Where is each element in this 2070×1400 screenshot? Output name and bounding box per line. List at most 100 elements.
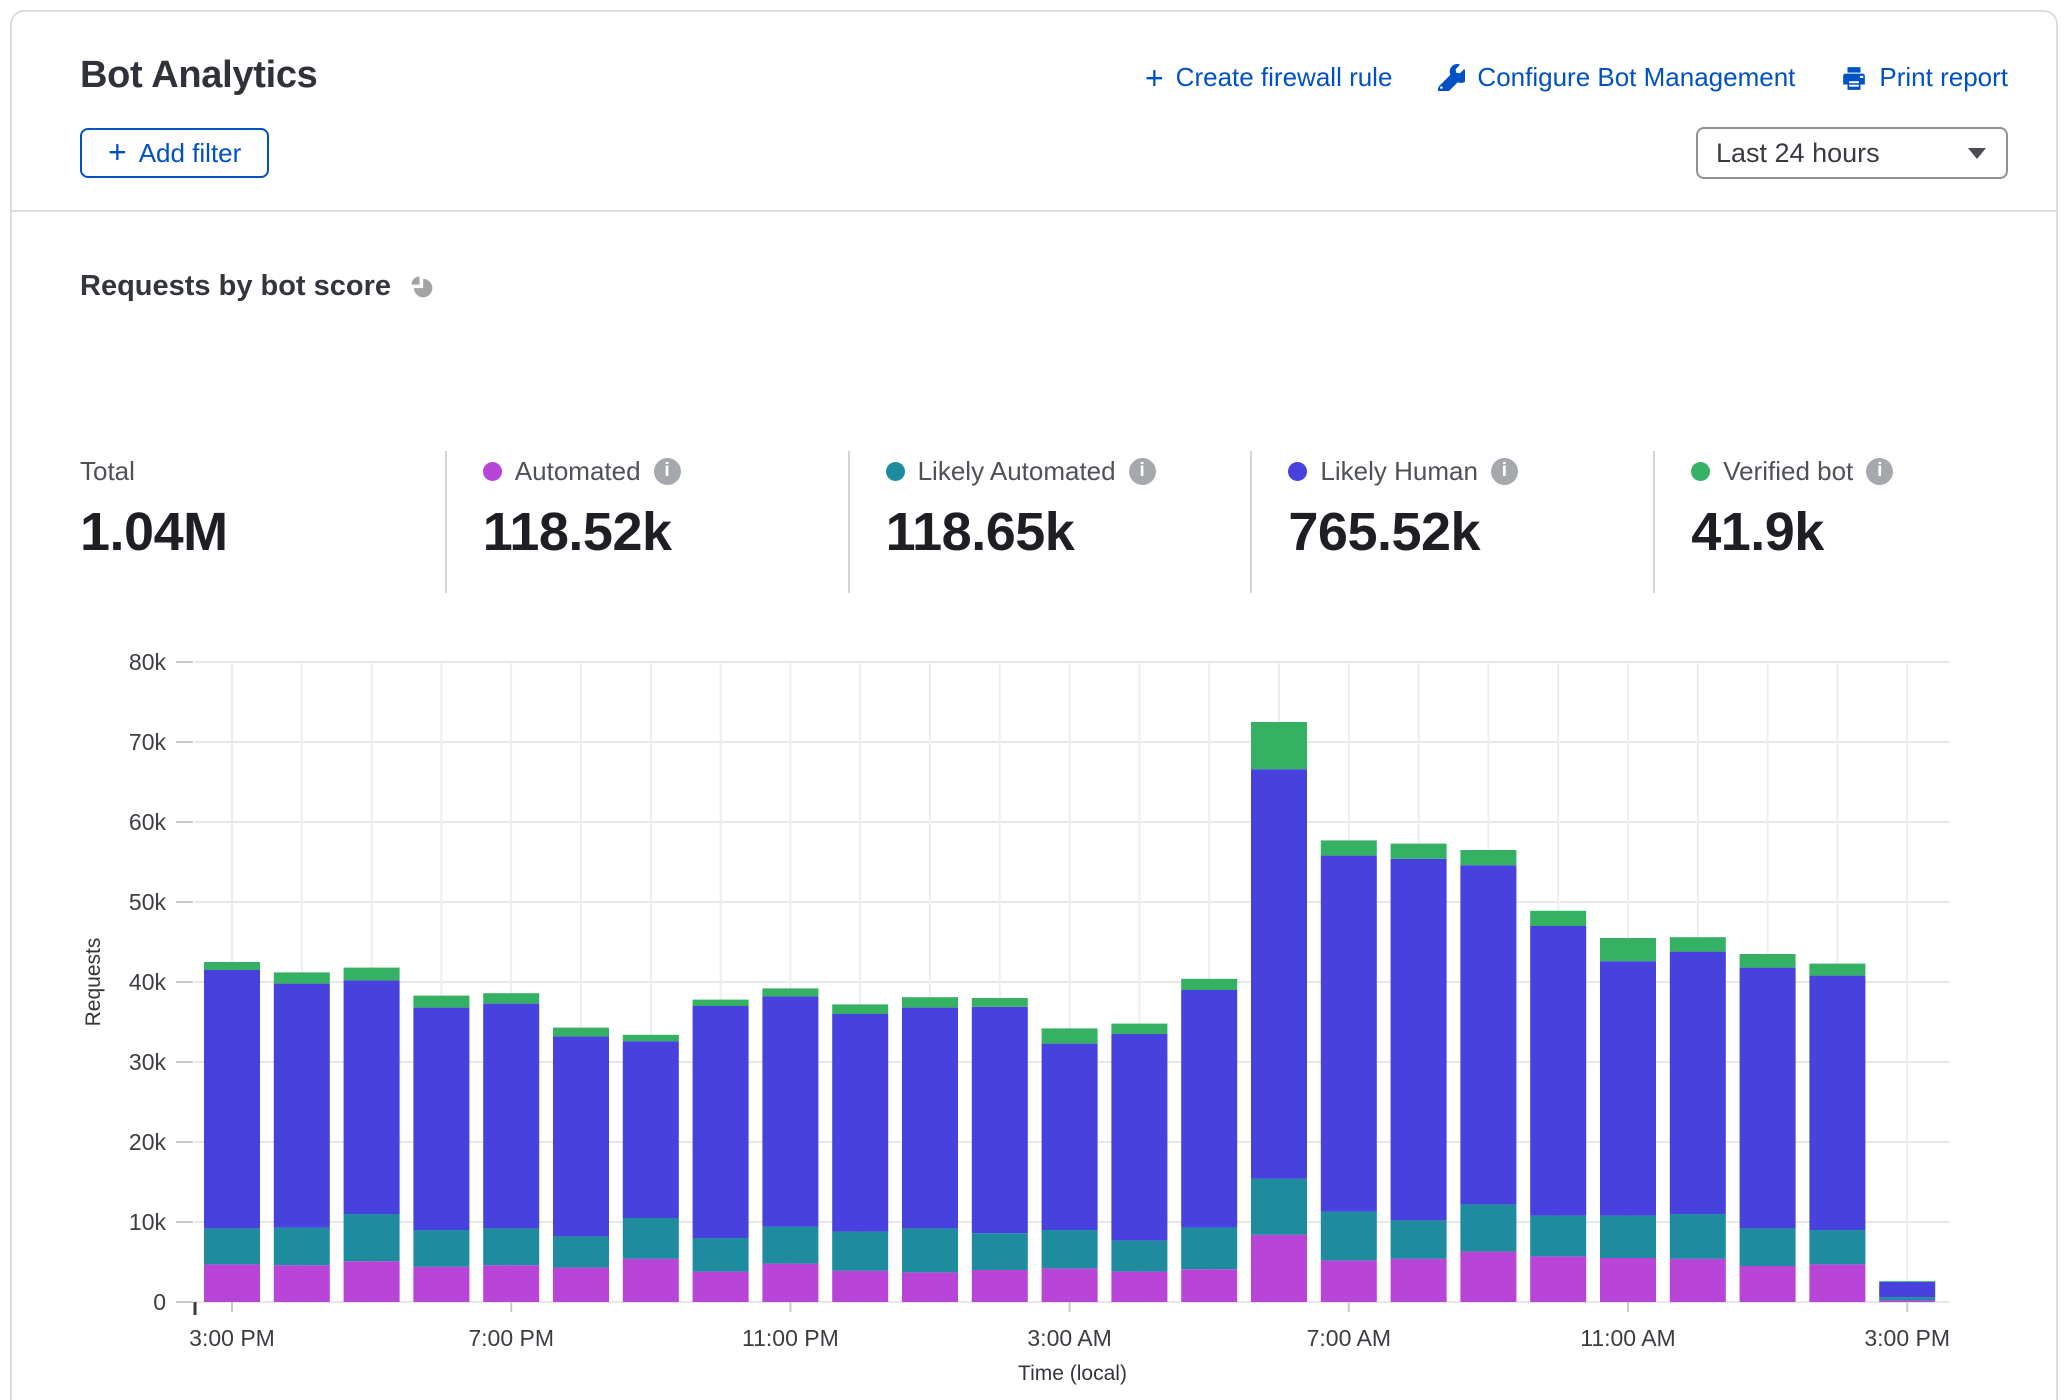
bar-segment-verified-bot[interactable] bbox=[1042, 1028, 1098, 1043]
bar-segment-likely-human[interactable] bbox=[902, 1008, 958, 1229]
bar-segment-likely-human[interactable] bbox=[1530, 926, 1586, 1216]
bar-segment-automated[interactable] bbox=[1740, 1266, 1796, 1302]
bar-segment-automated[interactable] bbox=[204, 1264, 260, 1302]
bar-segment-likely-automated[interactable] bbox=[1740, 1228, 1796, 1266]
bar-segment-likely-automated[interactable] bbox=[1042, 1230, 1098, 1268]
bar-segment-automated[interactable] bbox=[832, 1271, 888, 1302]
bar-segment-likely-human[interactable] bbox=[832, 1014, 888, 1232]
bar-segment-verified-bot[interactable] bbox=[204, 962, 260, 970]
bar-segment-likely-human[interactable] bbox=[1042, 1044, 1098, 1230]
bar-segment-likely-human[interactable] bbox=[553, 1036, 609, 1236]
bar-segment-automated[interactable] bbox=[274, 1265, 330, 1302]
bar-segment-likely-human[interactable] bbox=[413, 1008, 469, 1230]
info-icon[interactable]: i bbox=[1129, 458, 1156, 485]
bar-segment-verified-bot[interactable] bbox=[1321, 840, 1377, 855]
bar-segment-likely-automated[interactable] bbox=[832, 1232, 888, 1271]
create-firewall-rule-link[interactable]: + Create firewall rule bbox=[1145, 62, 1392, 93]
bar-segment-likely-automated[interactable] bbox=[623, 1218, 679, 1259]
bar-segment-likely-human[interactable] bbox=[1391, 859, 1447, 1221]
bar-segment-automated[interactable] bbox=[1460, 1252, 1516, 1302]
bar-segment-verified-bot[interactable] bbox=[1740, 954, 1796, 968]
bar-segment-verified-bot[interactable] bbox=[623, 1035, 679, 1041]
bar-segment-automated[interactable] bbox=[1042, 1268, 1098, 1302]
bar-segment-verified-bot[interactable] bbox=[1460, 850, 1516, 865]
bar-segment-automated[interactable] bbox=[1251, 1235, 1307, 1302]
bar-segment-likely-human[interactable] bbox=[274, 984, 330, 1228]
bar-segment-likely-automated[interactable] bbox=[1460, 1204, 1516, 1251]
bar-segment-automated[interactable] bbox=[1111, 1272, 1167, 1302]
bar-segment-verified-bot[interactable] bbox=[1181, 979, 1237, 990]
bar-segment-likely-human[interactable] bbox=[344, 980, 400, 1214]
bar-segment-likely-human[interactable] bbox=[762, 996, 818, 1226]
info-icon[interactable]: i bbox=[1866, 458, 1893, 485]
bar-segment-verified-bot[interactable] bbox=[902, 997, 958, 1007]
bar-segment-likely-automated[interactable] bbox=[274, 1228, 330, 1266]
bar-segment-likely-human[interactable] bbox=[972, 1007, 1028, 1233]
bar-segment-likely-human[interactable] bbox=[1111, 1034, 1167, 1240]
bar-segment-likely-automated[interactable] bbox=[1879, 1297, 1935, 1300]
time-range-select[interactable]: Last 24 hours bbox=[1696, 127, 2008, 179]
bar-segment-verified-bot[interactable] bbox=[1670, 937, 1726, 951]
bar-segment-verified-bot[interactable] bbox=[1809, 964, 1865, 976]
bar-segment-likely-automated[interactable] bbox=[413, 1230, 469, 1267]
info-icon[interactable]: i bbox=[654, 458, 681, 485]
bar-segment-likely-human[interactable] bbox=[1670, 952, 1726, 1214]
bar-segment-automated[interactable] bbox=[413, 1267, 469, 1302]
bar-segment-likely-automated[interactable] bbox=[1251, 1179, 1307, 1235]
bar-segment-verified-bot[interactable] bbox=[832, 1004, 888, 1014]
bar-segment-likely-automated[interactable] bbox=[344, 1214, 400, 1261]
bar-segment-automated[interactable] bbox=[693, 1272, 749, 1302]
info-icon[interactable]: i bbox=[1491, 458, 1518, 485]
bar-segment-automated[interactable] bbox=[1530, 1256, 1586, 1302]
bar-segment-verified-bot[interactable] bbox=[972, 998, 1028, 1007]
bar-segment-automated[interactable] bbox=[483, 1265, 539, 1302]
bar-segment-likely-automated[interactable] bbox=[553, 1236, 609, 1267]
print-report-link[interactable]: Print report bbox=[1841, 62, 2008, 93]
bar-segment-likely-automated[interactable] bbox=[762, 1227, 818, 1264]
bar-segment-likely-human[interactable] bbox=[693, 1006, 749, 1238]
bar-segment-verified-bot[interactable] bbox=[553, 1028, 609, 1037]
bar-segment-verified-bot[interactable] bbox=[1391, 844, 1447, 859]
bar-segment-verified-bot[interactable] bbox=[1251, 722, 1307, 769]
bar-segment-likely-human[interactable] bbox=[623, 1041, 679, 1218]
bar-segment-likely-human[interactable] bbox=[1181, 990, 1237, 1228]
bar-segment-verified-bot[interactable] bbox=[1600, 938, 1656, 961]
bar-segment-likely-automated[interactable] bbox=[1530, 1216, 1586, 1257]
bar-segment-likely-human[interactable] bbox=[1251, 769, 1307, 1179]
bar-segment-likely-human[interactable] bbox=[1809, 976, 1865, 1230]
bar-segment-likely-automated[interactable] bbox=[1600, 1216, 1656, 1258]
bar-segment-likely-human[interactable] bbox=[1600, 961, 1656, 1215]
bar-segment-automated[interactable] bbox=[902, 1272, 958, 1302]
bar-segment-automated[interactable] bbox=[972, 1270, 1028, 1302]
bar-segment-likely-automated[interactable] bbox=[1670, 1214, 1726, 1259]
bar-segment-likely-human[interactable] bbox=[1321, 856, 1377, 1212]
bar-segment-likely-automated[interactable] bbox=[972, 1233, 1028, 1270]
bar-segment-automated[interactable] bbox=[1181, 1269, 1237, 1302]
bar-segment-automated[interactable] bbox=[1670, 1259, 1726, 1302]
bar-segment-likely-automated[interactable] bbox=[483, 1228, 539, 1265]
bar-segment-automated[interactable] bbox=[1391, 1259, 1447, 1302]
bar-segment-automated[interactable] bbox=[553, 1268, 609, 1302]
bar-segment-automated[interactable] bbox=[1600, 1258, 1656, 1302]
bar-segment-verified-bot[interactable] bbox=[693, 1000, 749, 1006]
bar-segment-automated[interactable] bbox=[1879, 1300, 1935, 1302]
bar-segment-verified-bot[interactable] bbox=[483, 993, 539, 1003]
bar-segment-likely-human[interactable] bbox=[1740, 968, 1796, 1229]
bar-segment-likely-human[interactable] bbox=[1460, 865, 1516, 1204]
bar-segment-automated[interactable] bbox=[1809, 1264, 1865, 1302]
bar-segment-likely-human[interactable] bbox=[1879, 1282, 1935, 1297]
bar-segment-likely-human[interactable] bbox=[204, 970, 260, 1228]
bar-segment-verified-bot[interactable] bbox=[274, 972, 330, 983]
bar-segment-verified-bot[interactable] bbox=[762, 988, 818, 996]
bar-segment-likely-automated[interactable] bbox=[204, 1228, 260, 1264]
bar-segment-likely-automated[interactable] bbox=[1809, 1230, 1865, 1264]
bar-segment-verified-bot[interactable] bbox=[413, 996, 469, 1008]
configure-bot-management-link[interactable]: Configure Bot Management bbox=[1438, 62, 1795, 93]
bar-segment-verified-bot[interactable] bbox=[344, 968, 400, 981]
bar-segment-automated[interactable] bbox=[1321, 1260, 1377, 1302]
bar-segment-likely-automated[interactable] bbox=[902, 1228, 958, 1272]
bar-segment-likely-human[interactable] bbox=[483, 1004, 539, 1229]
bar-segment-likely-automated[interactable] bbox=[1111, 1240, 1167, 1271]
bar-segment-likely-automated[interactable] bbox=[693, 1238, 749, 1272]
bar-segment-verified-bot[interactable] bbox=[1111, 1024, 1167, 1034]
